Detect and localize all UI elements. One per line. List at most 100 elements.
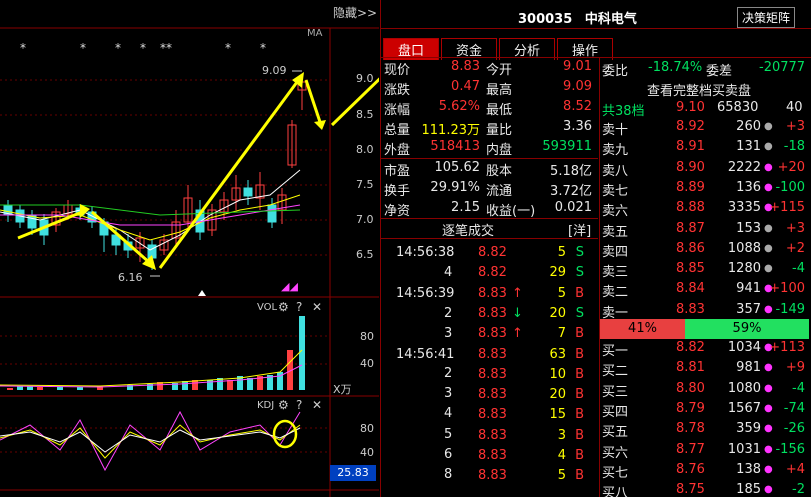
- book-volume: 357: [736, 301, 761, 317]
- book-level-label: 卖六: [602, 204, 629, 220]
- ask-row[interactable]: 卖十 8.92 260 ● +3: [602, 119, 811, 139]
- weibi-label: 委比: [602, 64, 629, 79]
- quote-label: 涨幅: [384, 103, 411, 118]
- vol-settings-icon[interactable]: ⚙: [278, 300, 289, 314]
- book-volume: 359: [736, 421, 761, 437]
- tick-side-count: 8: [382, 467, 596, 487]
- volume-bar: [227, 380, 233, 390]
- ask-row[interactable]: 卖九 8.91 131 ● -18: [602, 139, 811, 159]
- hide-panel-button[interactable]: 隐藏>>: [333, 4, 377, 21]
- tick-price: 8.83: [478, 285, 507, 301]
- kdj-help-icon[interactable]: ?: [296, 398, 302, 412]
- change-dot-icon: ●: [764, 121, 773, 132]
- price-tick: 8.5: [356, 108, 374, 121]
- tick-side-count: 3: [382, 386, 596, 406]
- book-volume: 1031: [727, 441, 761, 457]
- book-price: 8.77: [676, 441, 705, 457]
- tick-count: 4: [444, 265, 453, 280]
- ask-row[interactable]: 卖六 8.88 3335 ● +115: [602, 200, 811, 220]
- book-change: -26: [783, 421, 805, 437]
- weibi-value: -18.74%: [648, 60, 703, 75]
- tick-count: 4: [444, 406, 453, 421]
- quote-value: 5.62%: [438, 99, 480, 114]
- bid-row[interactable]: 买六 8.77 1031 ● -156: [602, 442, 811, 462]
- book-change: -156: [775, 441, 805, 457]
- ticks-title: 逐笔成交: [442, 224, 495, 239]
- quote-label: 收益(一): [486, 204, 536, 219]
- book-volume: 941: [736, 281, 761, 297]
- total-sell-row: 共38档 9.10 65830 40: [602, 100, 811, 120]
- sell-ratio: 59%: [685, 319, 809, 339]
- bid-row[interactable]: 买八 8.75 185 ● -2: [602, 482, 811, 497]
- book-level-label: 卖四: [602, 244, 629, 260]
- book-change: +113: [769, 340, 805, 355]
- ticks-header: 逐笔成交 [洋]: [382, 220, 596, 240]
- price-tick: 7.0: [356, 213, 374, 226]
- vol-help-icon[interactable]: ?: [296, 300, 302, 314]
- book-volume: 1034: [727, 340, 761, 355]
- bid-row[interactable]: 买五 8.78 359 ● -26: [602, 421, 811, 441]
- tick-arrow-icon: ↑: [512, 285, 523, 301]
- book-level-label: 买六: [602, 445, 629, 461]
- book-price: 8.88: [676, 200, 705, 216]
- volume-bar: [77, 387, 83, 390]
- ticks-more-link[interactable]: [洋]: [568, 220, 591, 239]
- tick-side-count: 6: [382, 447, 596, 467]
- ask-row[interactable]: 卖七 8.89 136 ● -100: [602, 180, 811, 200]
- tick-side-count: 2: [382, 306, 596, 326]
- kline-chart-svg[interactable]: * * * * ** * *◢◢: [0, 0, 379, 497]
- book-volume: 2222: [727, 159, 761, 175]
- tick-row: 14:56:38 8.82 5 S: [382, 245, 596, 265]
- decision-matrix-button[interactable]: 决策矩阵: [737, 7, 796, 28]
- star-marker: **: [160, 41, 172, 55]
- book-price: 8.86: [676, 240, 705, 256]
- full-book-link[interactable]: 查看完整档买卖盘: [602, 80, 811, 100]
- ask-row[interactable]: 卖八 8.90 2222 ● +20: [602, 160, 811, 180]
- book-level-label: 卖八: [602, 163, 629, 179]
- book-change: -149: [775, 301, 805, 317]
- quote-row: 净资 2.15 收益(一) 0.021: [382, 200, 596, 220]
- buy-sell-ratio-bar: 41% 59%: [600, 319, 809, 339]
- tick-dir: B: [575, 346, 584, 362]
- book-level-label: 卖十: [602, 123, 629, 138]
- quote-label: 总量: [384, 123, 411, 138]
- kdj-settings-icon[interactable]: ⚙: [278, 398, 289, 412]
- change-dot-icon: ●: [764, 222, 773, 234]
- bid-row[interactable]: 买四 8.79 1567 ● -74: [602, 401, 811, 421]
- book-level-label: 买八: [602, 486, 629, 497]
- high-price-label: 9.09: [262, 64, 287, 77]
- tick-side-count: 4: [382, 406, 596, 426]
- kline-chart-area[interactable]: * * * * ** * * ◢◢ 隐藏>> MA VOL ⚙ ? ✕ KDJ ⚙ ? ✕ 9…: [0, 0, 379, 497]
- book-price: 8.83: [676, 301, 705, 317]
- change-dot-icon: ●: [764, 263, 773, 275]
- quote-value: 29.91%: [430, 180, 480, 195]
- quote-value: 593911: [542, 139, 592, 154]
- kdj-tick: 40: [360, 446, 374, 459]
- buy-ratio: 41%: [600, 319, 685, 339]
- quote-label: 外盘: [384, 143, 411, 158]
- book-change: +9: [785, 360, 805, 376]
- bid-row[interactable]: 买二 8.81 981 ● +9: [602, 360, 811, 380]
- bid-row[interactable]: 买一 8.82 1034 ● +113: [602, 340, 811, 360]
- ask-row[interactable]: 卖五 8.87 153 ● +3: [602, 221, 811, 241]
- ask-row[interactable]: 卖二 8.84 941 ● +100: [602, 281, 811, 301]
- book-level-label: 卖一: [602, 305, 629, 321]
- star-marker: *: [140, 41, 146, 55]
- quote-label: 现价: [384, 63, 411, 78]
- full-book-label[interactable]: 查看完整档买卖盘: [647, 80, 751, 99]
- change-dot-icon: ●: [764, 181, 773, 193]
- kdj-close-icon[interactable]: ✕: [312, 398, 322, 412]
- volume-bar: [299, 316, 305, 390]
- tick-dir: B: [575, 285, 584, 301]
- ask-row[interactable]: 卖四 8.86 1088 ● +2: [602, 241, 811, 261]
- stock-name: 中科电气: [584, 12, 637, 27]
- price-tick: 9.0: [356, 72, 374, 85]
- book-volume: 1080: [727, 380, 761, 396]
- bid-row[interactable]: 买三 8.80 1080 ● -4: [602, 381, 811, 401]
- ask-row[interactable]: 卖三 8.85 1280 ● -4: [602, 261, 811, 281]
- bid-row[interactable]: 买七 8.76 138 ● +4: [602, 462, 811, 482]
- change-dot-icon: ●: [764, 303, 773, 315]
- quote-label: 市盈: [384, 164, 411, 179]
- vol-close-icon[interactable]: ✕: [312, 300, 322, 314]
- book-change: +3: [785, 220, 805, 236]
